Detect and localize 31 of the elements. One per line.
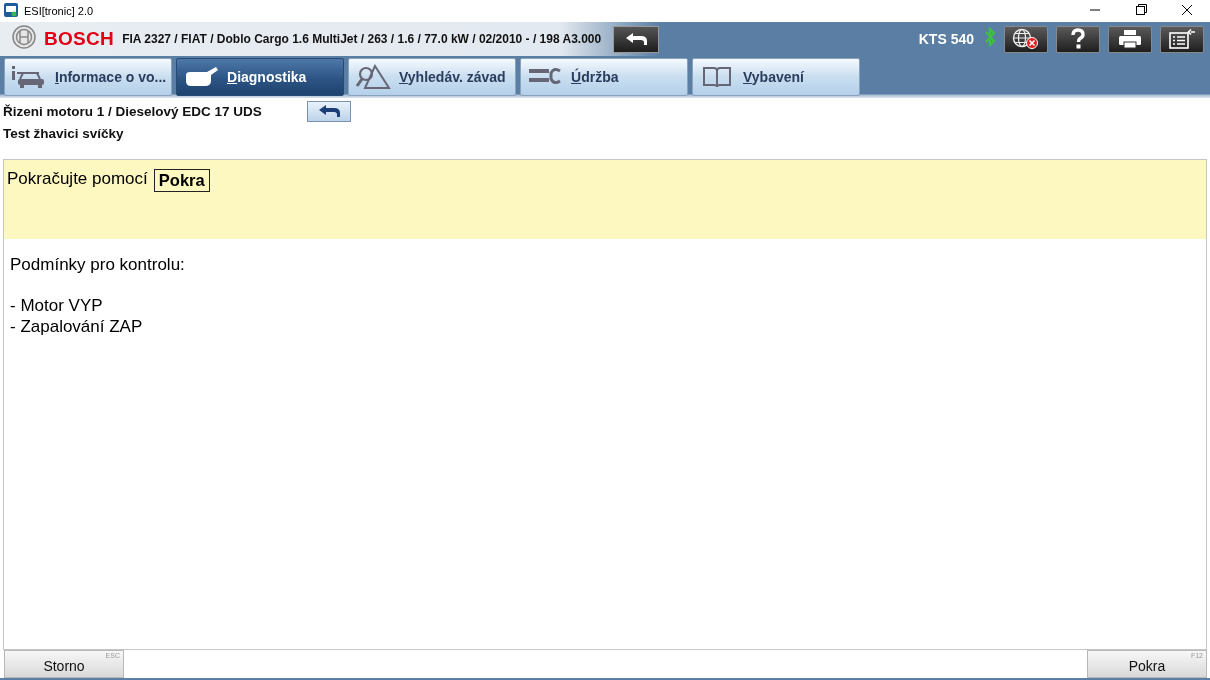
condition-item: - Zapalování ZAP [10, 316, 144, 337]
list-icon [1168, 28, 1196, 50]
vehicle-info-icon [11, 64, 47, 90]
printer-icon [1117, 28, 1143, 50]
list-export-button[interactable] [1160, 25, 1204, 53]
fault-search-icon [355, 64, 391, 90]
back-arrow-icon [624, 32, 649, 46]
condition-item: - Motor VYP [10, 295, 104, 316]
brand-logo: BOSCH [44, 28, 115, 50]
back-button[interactable] [306, 100, 351, 122]
vehicle-info: FIA 2327 / FIAT / Doblo Cargo 1.6 MultiJet / 263 / 1.6 / 77.0 kW / 02/2010 - / 198 A3.000 [122, 32, 602, 46]
tab[interactable]: Vyhledáv. závad [348, 58, 516, 96]
instruction-text: Pokračujte pomocí [7, 169, 148, 189]
test-title: Test žhavici svíčky [3, 125, 125, 143]
tab[interactable]: Vybavení [692, 58, 860, 96]
window-title: ESI[tronic] 2.0 [24, 5, 95, 17]
help-icon [1070, 28, 1086, 50]
tab[interactable]: Diagnostika [176, 58, 344, 96]
bosch-emblem-icon [12, 25, 36, 49]
help-button[interactable] [1056, 25, 1100, 53]
tab[interactable]: Informace o vo... [4, 58, 172, 96]
device-name: KTS 540 [918, 31, 974, 47]
back-button[interactable] [613, 25, 660, 53]
breadcrumb-path: Řizeni motoru 1 / Dieselový EDC 17 UDS [3, 103, 262, 119]
key-label: Pokra [153, 169, 210, 192]
tab[interactable]: Údržba [520, 58, 688, 96]
conditions-title: Podmínky pro kontrolu: [10, 254, 186, 275]
app-icon [4, 3, 18, 17]
bluetooth-icon [984, 27, 996, 47]
print-button[interactable] [1108, 25, 1152, 53]
globe-offline-button[interactable] [1004, 25, 1048, 53]
